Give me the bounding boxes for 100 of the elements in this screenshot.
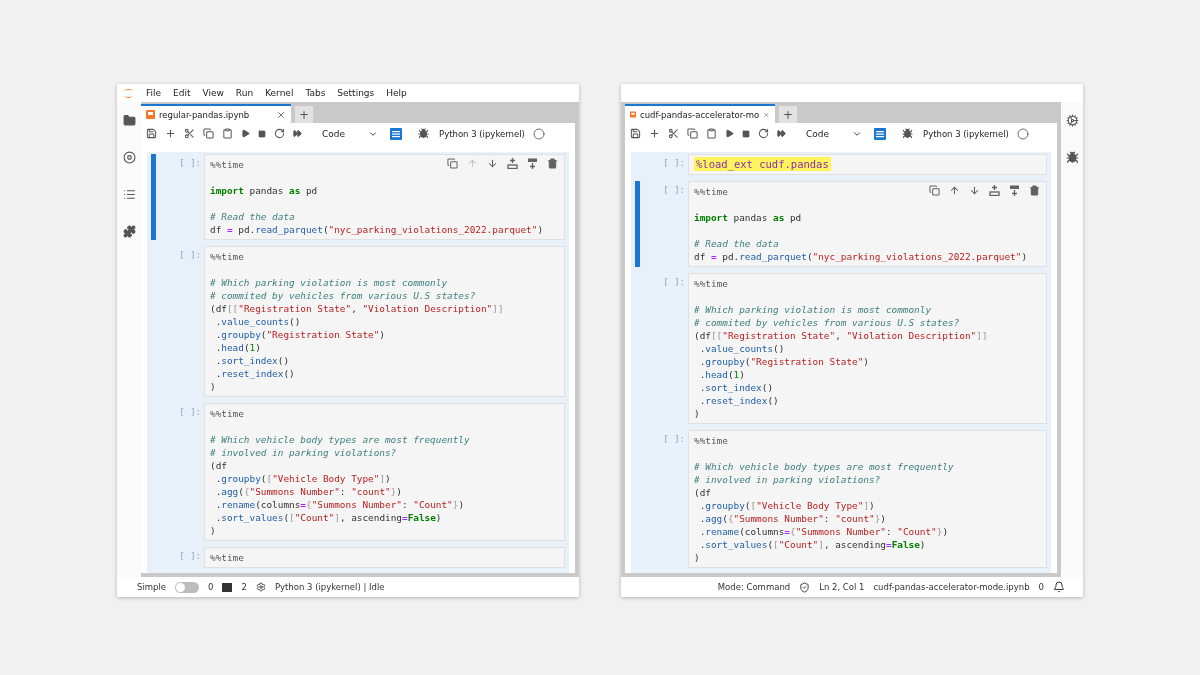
code-line: # involved in parking violations?: [210, 446, 397, 459]
code-line: .value_counts(): [214, 315, 301, 328]
menu-item[interactable]: View: [202, 88, 224, 98]
panel-icon[interactable]: [874, 127, 886, 140]
cell-type-dropdown[interactable]: Code: [316, 128, 382, 139]
code-cell[interactable]: %%time import pandas as pd # Read the data df = pd.read_parquet("nyc_parking_violations_2022.parquet"): [688, 181, 1047, 267]
add-icon[interactable]: [649, 128, 660, 139]
code-line: # Read the data: [694, 237, 779, 250]
code-cell[interactable]: [204, 246, 565, 397]
code-line: .sort_values(["Count"], ascending=False): [214, 511, 442, 524]
insert-above-icon[interactable]: [989, 185, 1000, 196]
menu-item[interactable]: Kernel: [265, 88, 294, 98]
notebook-tab[interactable]: cudf-pandas-accelerator-mo: [625, 104, 775, 123]
list-icon[interactable]: [122, 188, 136, 201]
menu-item[interactable]: Settings: [337, 88, 375, 98]
kernel-name[interactable]: Python 3 (ipykernel): [923, 128, 1009, 139]
gear-icon[interactable]: [255, 582, 266, 592]
menu-item[interactable]: File: [146, 88, 162, 98]
code-line: %%time: [694, 434, 728, 447]
code-line: .head(1): [698, 368, 745, 381]
gears-icon[interactable]: [1065, 114, 1079, 127]
code-line: %%time: [210, 407, 244, 420]
restart-icon[interactable]: [274, 128, 285, 139]
duplicate-icon[interactable]: [929, 185, 940, 196]
delete-icon[interactable]: [547, 158, 558, 169]
delete-icon[interactable]: [1029, 185, 1040, 196]
save-icon[interactable]: [146, 128, 157, 139]
code-line: .agg({"Summons Number": "count"}): [698, 512, 886, 525]
run-icon[interactable]: [241, 129, 250, 138]
duplicate-icon[interactable]: [447, 158, 458, 169]
stop-icon[interactable]: [742, 129, 750, 138]
paste-icon[interactable]: [706, 128, 717, 139]
menu-item[interactable]: Tabs: [305, 88, 326, 98]
menu-item[interactable]: Edit: [173, 88, 191, 98]
terminal-icon[interactable]: [222, 582, 233, 592]
code-line: ): [210, 380, 216, 393]
bug-icon[interactable]: [1065, 151, 1079, 164]
status-text: Mode: Command: [717, 582, 791, 592]
code-line: ): [694, 407, 700, 420]
new-tab-button[interactable]: +: [779, 106, 797, 123]
shield-check-icon[interactable]: [799, 581, 811, 593]
paste-icon[interactable]: [222, 128, 233, 139]
new-tab-button[interactable]: +: [295, 106, 313, 123]
bug-icon[interactable]: [418, 128, 429, 139]
folder-icon[interactable]: [122, 114, 136, 127]
code-line: df = pd.read_parquet("nyc_parking_violations_2022.parquet"): [210, 223, 544, 236]
code-line: df = pd.read_parquet("nyc_parking_violations_2022.parquet"): [694, 250, 1028, 263]
insert-above-icon[interactable]: [507, 158, 518, 169]
bell-icon[interactable]: [1053, 581, 1065, 593]
code-line: ): [694, 551, 700, 564]
menu-item[interactable]: Run: [235, 88, 254, 98]
stop-circle-icon[interactable]: [122, 151, 136, 164]
insert-below-icon[interactable]: [527, 158, 538, 169]
move-down-icon[interactable]: [487, 158, 498, 169]
cut-icon[interactable]: [184, 128, 195, 139]
code-line: %%time: [210, 158, 244, 171]
notebook-tab[interactable]: regular-pandas.ipynb: [141, 104, 291, 123]
cell-type-dropdown[interactable]: Code: [800, 128, 866, 139]
move-up-icon[interactable]: [949, 185, 960, 196]
notebook-icon: [146, 110, 155, 119]
insert-below-icon[interactable]: [1009, 185, 1020, 196]
menu-item[interactable]: Help: [386, 88, 407, 98]
save-icon[interactable]: [630, 128, 641, 139]
code-line: (df[["Registration State", "Violation Description"]]: [210, 302, 504, 315]
status-text: 0: [208, 582, 214, 592]
move-down-icon[interactable]: [969, 185, 980, 196]
code-cell[interactable]: [688, 430, 1047, 568]
simple-mode-toggle[interactable]: [175, 581, 200, 593]
puzzle-icon[interactable]: [122, 225, 136, 238]
cell-prompt: [ ]:: [662, 433, 686, 444]
fast-forward-icon[interactable]: [293, 129, 302, 138]
status-text: Ln 2, Col 1: [819, 582, 865, 592]
code-line: # Which parking violation is most commonly: [694, 303, 932, 316]
bug-icon[interactable]: [902, 128, 913, 139]
code-line: %%time: [210, 250, 244, 263]
code-line: # Which vehicle body types are most frequently: [694, 460, 954, 473]
copy-icon[interactable]: [687, 128, 698, 139]
copy-icon[interactable]: [203, 128, 214, 139]
restart-icon[interactable]: [758, 128, 769, 139]
close-icon[interactable]: [276, 109, 286, 120]
code-cell[interactable]: [688, 273, 1047, 424]
code-line: .rename(columns={"Summons Number": "Count"}): [214, 498, 465, 511]
code-cell[interactable]: %%time: [204, 547, 565, 568]
status-text: cudf-pandas-accelerator-mode.ipynb: [873, 582, 1030, 592]
fast-forward-icon[interactable]: [777, 129, 786, 138]
code-cell[interactable]: %load_ext cudf.pandas: [688, 154, 1047, 175]
stop-icon[interactable]: [258, 129, 266, 138]
kernel-status-icon: [1016, 127, 1029, 140]
cell-prompt: [ ]:: [178, 157, 202, 168]
status-text: 0: [1038, 582, 1044, 592]
run-icon[interactable]: [725, 129, 734, 138]
add-icon[interactable]: [165, 128, 176, 139]
panel-icon[interactable]: [390, 127, 402, 140]
kernel-name[interactable]: Python 3 (ipykernel): [439, 128, 525, 139]
cell-prompt: [ ]:: [178, 550, 202, 561]
cell-prompt: [ ]:: [662, 184, 686, 195]
cut-icon[interactable]: [668, 128, 679, 139]
code-line: .head(1): [214, 341, 261, 354]
code-cell[interactable]: [204, 403, 565, 541]
code-cell[interactable]: %%time import pandas as pd # Read the data df = pd.read_parquet("nyc_parking_violations_2022.parquet"): [204, 154, 565, 240]
